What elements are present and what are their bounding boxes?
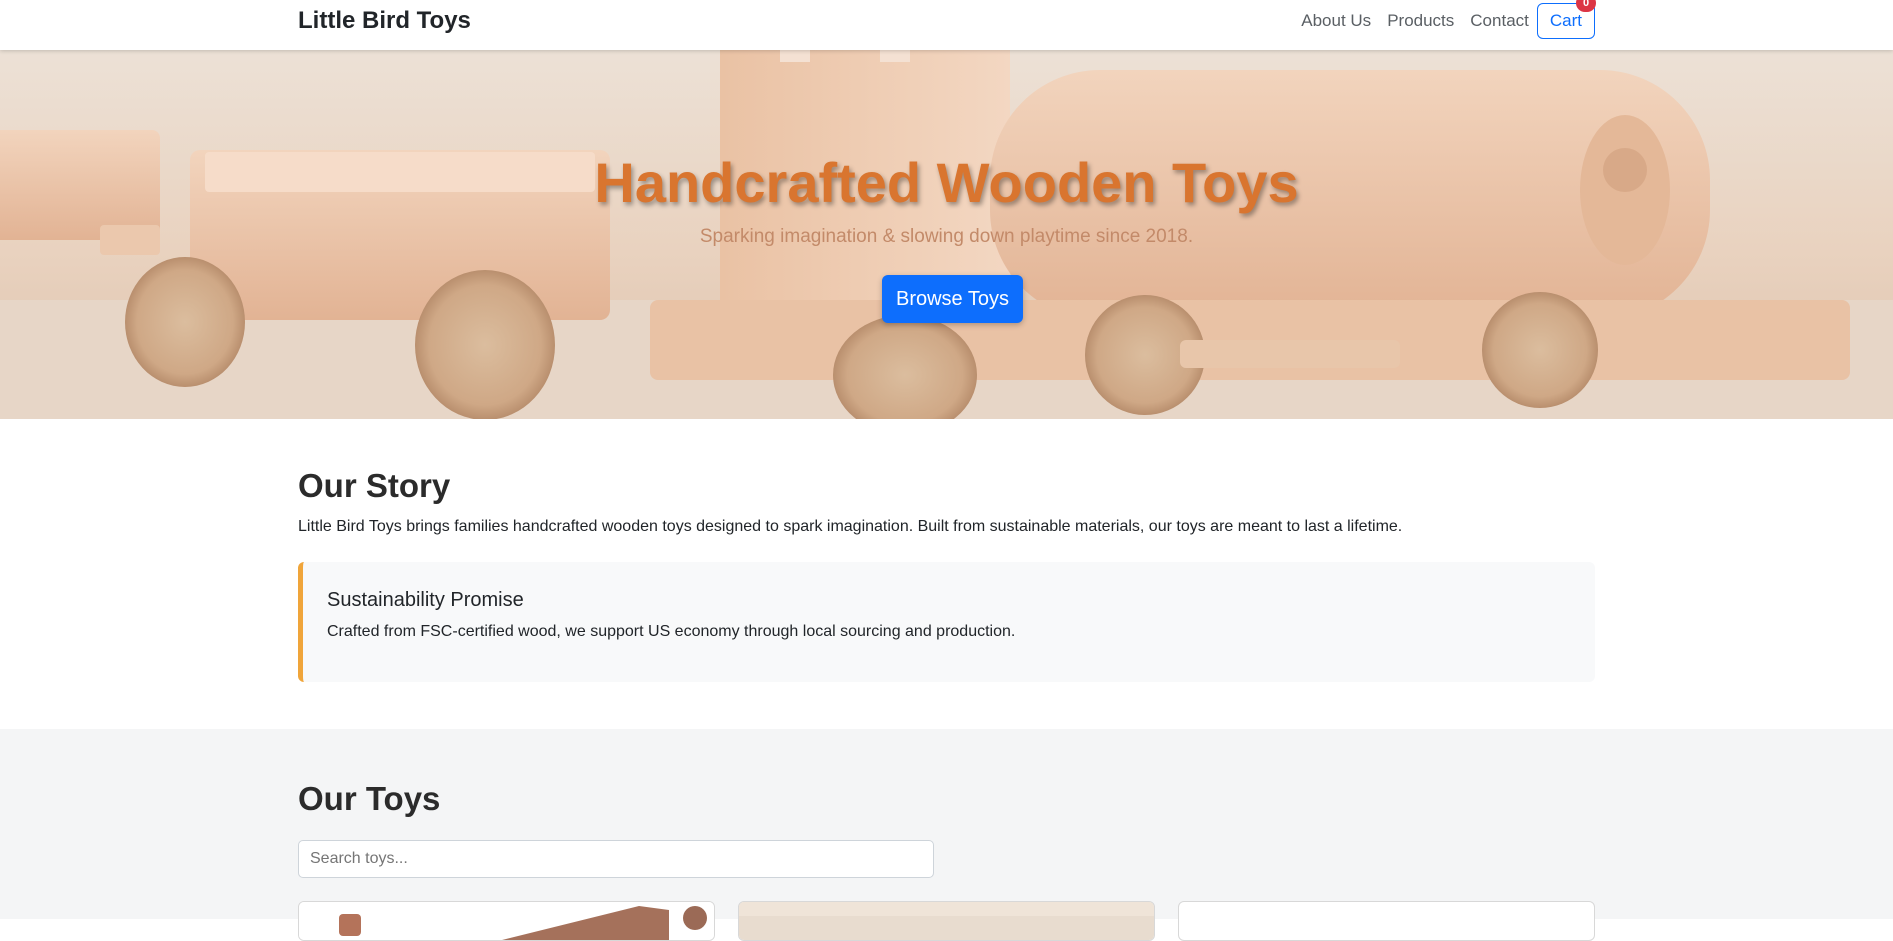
product-card[interactable] — [298, 901, 715, 941]
product-card[interactable] — [738, 901, 1155, 941]
nav-link-about[interactable]: About Us — [1301, 11, 1371, 31]
story-heading: Our Story — [298, 467, 451, 504]
brand-logo[interactable]: Little Bird Toys — [298, 7, 471, 35]
promise-text: Crafted from FSC-certified wood, we supp… — [327, 623, 1016, 640]
nav-links: About Us Products Contact Cart 0 — [1285, 0, 1596, 39]
nav-link-contact[interactable]: Contact — [1470, 11, 1529, 31]
hero-subtitle: Sparking imagination & slowing down play… — [699, 226, 1194, 247]
navbar: Little Bird Toys About Us Products Conta… — [0, 0, 1893, 50]
nav-link-products[interactable]: Products — [1387, 11, 1454, 31]
sustainability-callout: Sustainability Promise Crafted from FSC-… — [298, 562, 1595, 682]
story-section: Our Story Little Bird Toys brings famili… — [0, 419, 1893, 729]
toys-heading: Our Toys — [298, 780, 441, 817]
search-input[interactable] — [298, 840, 934, 878]
toys-section: Our Toys — [0, 729, 1893, 941]
hero-banner: Handcrafted Wooden Toys Sparking imagina… — [0, 50, 1893, 419]
product-image — [739, 902, 1154, 940]
hero-title: Handcrafted Wooden Toys — [594, 151, 1299, 214]
product-image — [299, 902, 714, 940]
cart-button[interactable]: Cart 0 — [1536, 0, 1596, 39]
story-text: Little Bird Toys brings families handcra… — [298, 518, 1403, 535]
product-card[interactable] — [1178, 901, 1595, 941]
hero-content: Handcrafted Wooden Toys Sparking imagina… — [0, 50, 1893, 419]
browse-toys-button[interactable]: Browse Toys — [882, 275, 1023, 323]
cart-label: Cart — [1549, 10, 1582, 30]
promise-title: Sustainability Promise — [327, 589, 524, 611]
cart-count-badge: 0 — [1576, 0, 1596, 12]
